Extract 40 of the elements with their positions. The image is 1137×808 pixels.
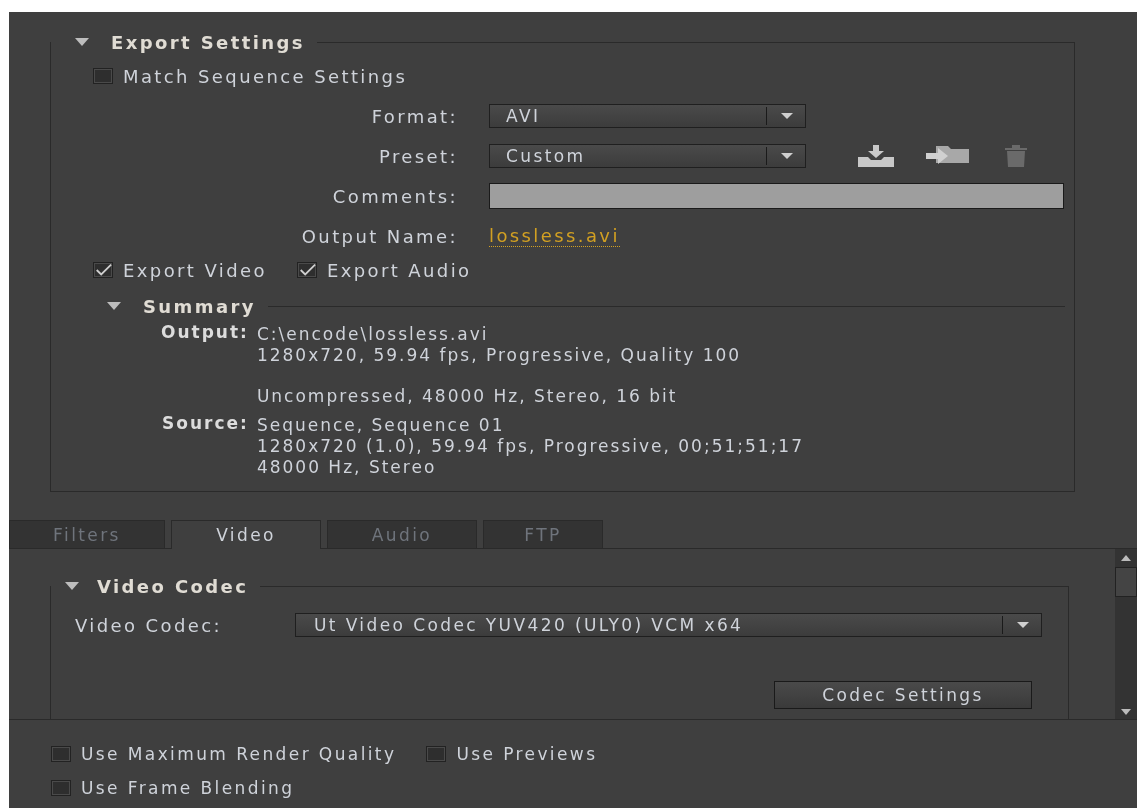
scroll-thumb[interactable] <box>1115 567 1137 597</box>
field-label: Preset: <box>378 145 458 167</box>
collapse-triangle-icon[interactable] <box>65 581 79 591</box>
section-title: Export Settings <box>111 31 305 53</box>
field-label: Format: <box>370 105 458 127</box>
field-label: Comments: <box>331 185 458 207</box>
summary-text: Sequence, Sequence 01 1280x720 (1.0), 59.94 fps, Progressive, 00;51;51;17 48000 Hz, Stereo <box>256 415 805 478</box>
summary-text: Uncompressed, 48000 Hz, Stereo, 16 bit <box>256 386 679 407</box>
output-name-link[interactable]: lossless.avi <box>489 225 620 247</box>
tab[interactable]: Video <box>171 520 321 549</box>
option-checkbox[interactable]: Use Maximum Render Quality <box>51 740 397 768</box>
option-checkbox[interactable]: Use Previews <box>426 740 598 768</box>
option-checkbox[interactable]: Use Frame Blending <box>51 774 951 802</box>
collapse-triangle-icon[interactable] <box>75 37 89 47</box>
save-preset-icon[interactable] <box>856 145 896 167</box>
collapse-triangle-icon[interactable] <box>107 301 121 311</box>
scrollbar[interactable] <box>1115 549 1137 719</box>
caret-icon <box>1017 621 1029 629</box>
codec-settings-button[interactable]: Codec Settings <box>774 681 1032 709</box>
section-title: Summary <box>143 295 256 317</box>
caret-icon <box>781 152 793 160</box>
checkmark-icon <box>94 263 112 277</box>
match-sequence-checkbox[interactable]: Match Sequence Settings <box>93 62 1074 90</box>
summary-label: Source: <box>161 413 249 435</box>
field-label: Output Name: <box>300 225 458 247</box>
summary-label: Output: <box>161 322 249 344</box>
import-preset-icon[interactable] <box>926 145 972 167</box>
checkmark-icon <box>297 263 316 277</box>
preset-dropdown[interactable]: Custom <box>489 144 806 168</box>
section-title: Video Codec <box>97 575 249 597</box>
caret-icon <box>781 112 793 120</box>
comments-field[interactable] <box>489 183 1064 209</box>
field-label: Video Codec: <box>75 614 223 636</box>
video-codec-dropdown[interactable]: Ut Video Codec YUV420 (ULY0) VCM x64 <box>295 613 1042 637</box>
export-video-checkbox[interactable]: Export Video <box>93 256 267 284</box>
scroll-up-icon[interactable] <box>1121 555 1131 561</box>
scroll-down-icon[interactable] <box>1121 709 1131 715</box>
export-audio-checkbox[interactable]: Export Audio <box>296 256 472 284</box>
format-dropdown[interactable]: AVI <box>489 104 806 128</box>
summary-text: C:\encode\lossless.avi 1280x720, 59.94 fps, Progressive, Quality 100 <box>256 324 743 366</box>
